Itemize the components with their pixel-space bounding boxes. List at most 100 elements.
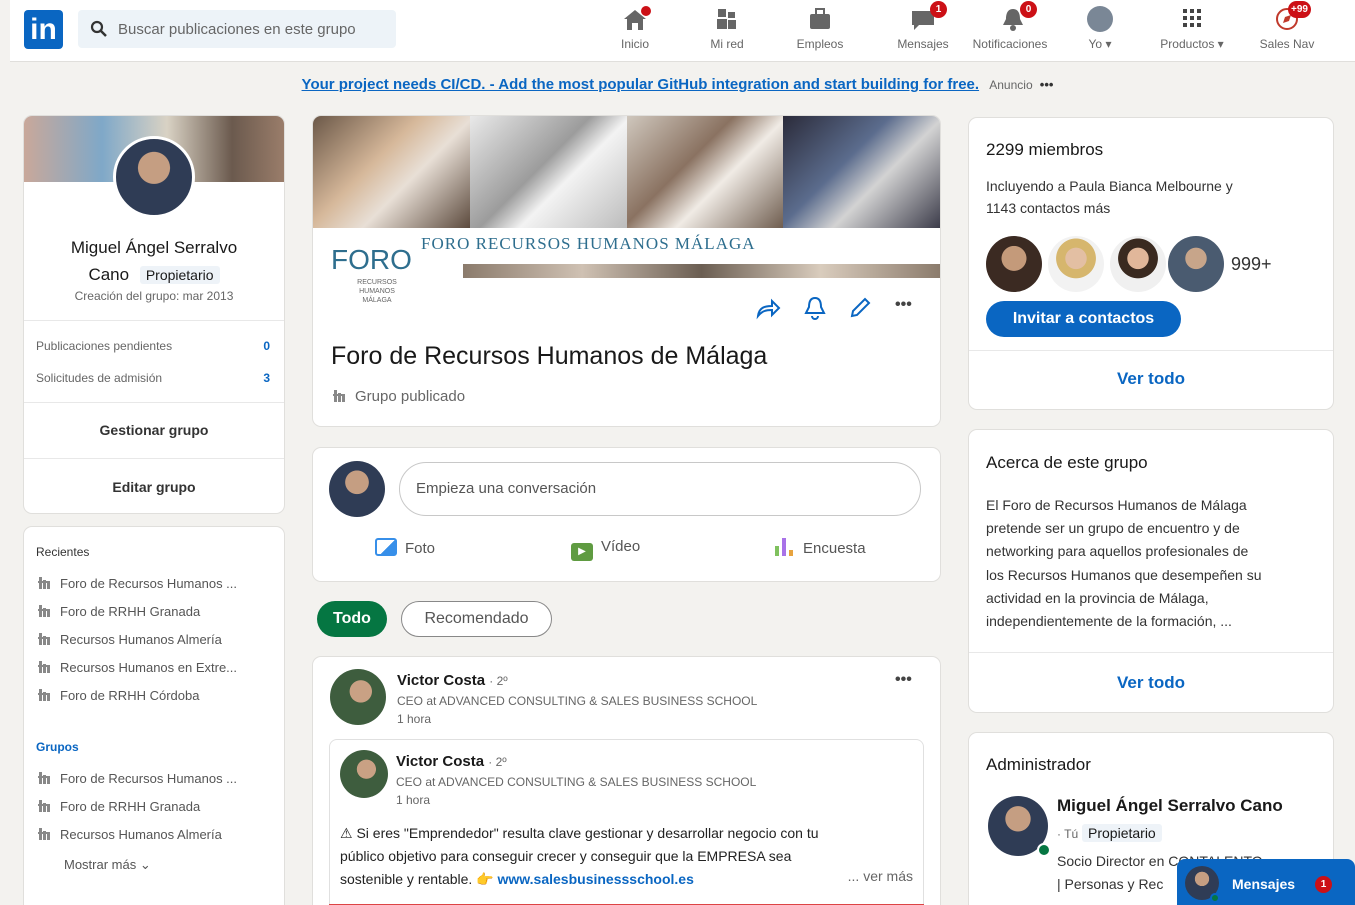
notifications-badge: 0 — [1020, 1, 1037, 18]
member-avatar[interactable] — [986, 236, 1042, 292]
ad-link[interactable]: Your project needs CI/CD. - Add the most… — [302, 76, 980, 93]
invite-contacts-button[interactable]: Invitar a contactos — [986, 301, 1181, 337]
messaging-badge: 1 — [930, 1, 947, 18]
group-icon — [38, 772, 50, 784]
banner-title: FORO RECURSOS HUMANOS MÁLAGA — [421, 234, 756, 253]
pencil-icon[interactable] — [848, 296, 872, 320]
filter-recommended-button[interactable]: Recomendado — [401, 601, 552, 637]
recent-item-label: Foro de Recursos Humanos ... — [60, 576, 238, 591]
shared-post-time: 1 hora — [396, 793, 431, 807]
photo-icon — [375, 538, 397, 556]
start-conversation-input[interactable]: Empieza una conversación — [399, 462, 921, 516]
nav-sales-nav-label: Sales Nav — [1259, 37, 1315, 51]
group-logo-text: FORO — [331, 244, 412, 275]
about-title: Acerca de este grupo — [986, 453, 1148, 472]
shared-author-avatar[interactable] — [340, 750, 388, 798]
nav-sales-nav[interactable]: +99 Sales Nav — [1250, 1, 1324, 60]
group-item[interactable]: Foro de Recursos Humanos ... — [38, 771, 274, 786]
nav-messaging[interactable]: 1 Mensajes — [886, 1, 960, 60]
profile-name-line1: Miguel Ángel Serralvo — [70, 238, 238, 257]
show-more-button[interactable]: Mostrar más ⌄ — [64, 857, 151, 873]
photo-button[interactable]: Foto — [375, 538, 435, 557]
shared-post[interactable]: Victor Costa · 2º CEO at ADVANCED CONSUL… — [329, 739, 924, 905]
post-author-avatar[interactable] — [330, 669, 386, 725]
recent-item[interactable]: Foro de Recursos Humanos ... — [38, 576, 274, 591]
about-see-all-button[interactable]: Ver todo — [969, 673, 1333, 693]
shared-author-name: Victor Costa — [396, 753, 485, 770]
post-link[interactable]: www.salesbusinessschool.es — [498, 871, 694, 887]
see-more-link[interactable]: ... ver más — [848, 868, 913, 884]
linkedin-logo[interactable]: in — [24, 10, 63, 49]
admin-name[interactable]: Miguel Ángel Serralvo Cano — [1057, 796, 1283, 816]
recent-item[interactable]: Recursos Humanos Almería — [38, 632, 274, 647]
groups-title[interactable]: Grupos — [36, 740, 79, 754]
members-see-all-button[interactable]: Ver todo — [969, 369, 1333, 389]
recent-item[interactable]: Recursos Humanos en Extre... — [38, 660, 274, 675]
filter-all-button[interactable]: Todo — [317, 601, 387, 637]
join-requests-label[interactable]: Solicitudes de admisión — [36, 371, 162, 385]
group-item[interactable]: Recursos Humanos Almería — [38, 827, 274, 842]
member-avatar[interactable] — [1168, 236, 1224, 292]
post-author[interactable]: Victor Costa · 2º — [397, 672, 508, 689]
sales-nav-badge: +99 — [1288, 1, 1311, 18]
recent-item[interactable]: Foro de RRHH Granada — [38, 604, 274, 619]
home-dot-badge — [641, 6, 651, 16]
group-icon — [38, 661, 50, 673]
more-options-button[interactable]: ••• — [895, 296, 912, 314]
member-avatar[interactable] — [1110, 236, 1166, 292]
nav-products[interactable]: Productos ▾ — [1155, 4, 1229, 60]
recent-title: Recientes — [36, 545, 90, 559]
group-item-label: Recursos Humanos Almería — [60, 827, 222, 842]
owner-badge: Propietario — [139, 266, 220, 284]
join-requests-count[interactable]: 3 — [263, 371, 270, 385]
nav-notifications[interactable]: 0 Notificaciones — [973, 1, 1050, 60]
group-item-label: Foro de RRHH Granada — [60, 799, 201, 814]
about-line: networking para aquellos profesionales d… — [986, 543, 1249, 560]
briefcase-icon — [810, 8, 830, 29]
pending-posts-label[interactable]: Publicaciones pendientes — [36, 339, 172, 353]
poll-button[interactable]: Encuesta — [773, 538, 866, 557]
recent-item[interactable]: Foro de RRHH Córdoba — [38, 688, 274, 703]
post-text-line: público objetivo para conseguir crecer y… — [340, 848, 792, 864]
online-status-dot — [1037, 843, 1051, 857]
recent-item-label: Recursos Humanos Almería — [60, 632, 222, 647]
about-line: los Recursos Humanos que desempeñen su — [986, 566, 1262, 583]
avatar-icon — [1087, 6, 1113, 32]
ad-more-button[interactable]: ••• — [1040, 77, 1054, 92]
edit-group-button[interactable]: Editar grupo — [24, 479, 284, 495]
group-icon — [38, 689, 50, 701]
pending-posts-count[interactable]: 0 — [263, 339, 270, 353]
bell-icon[interactable] — [802, 295, 828, 321]
nav-network[interactable]: Mi red — [690, 4, 764, 60]
search-input[interactable]: Buscar publicaciones en este grupo — [78, 10, 396, 48]
members-including-line: 1143 contactos más — [986, 200, 1111, 216]
profile-card: Miguel Ángel Serralvo Cano Propietario C… — [24, 116, 284, 513]
members-including: Incluyendo a Paula Bianca Melbourne y 11… — [986, 175, 1233, 219]
nav-notifications-label: Notificaciones — [972, 37, 1048, 51]
post-more-button[interactable]: ••• — [895, 671, 912, 689]
shared-author[interactable]: Victor Costa · 2º — [396, 753, 507, 770]
group-icon — [38, 577, 50, 589]
profile-name[interactable]: Miguel Ángel Serralvo Cano Propietario — [24, 234, 284, 289]
post-author-degree: · 2º — [489, 674, 508, 688]
share-icon[interactable] — [754, 296, 782, 320]
group-icon — [333, 390, 345, 402]
admin-role: · Tú Propietario — [1057, 824, 1162, 842]
top-nav-bar: in Buscar publicaciones en este grupo In… — [10, 0, 1355, 62]
nav-jobs[interactable]: Empleos — [783, 4, 857, 60]
video-button[interactable]: ▶ Vídeo — [571, 538, 640, 561]
recent-item-label: Foro de RRHH Granada — [60, 604, 201, 619]
messaging-dock[interactable]: Mensajes 1 — [1177, 859, 1355, 905]
profile-name-line2: Cano — [88, 265, 130, 284]
nav-home[interactable]: Inicio — [598, 4, 672, 60]
members-including-line: Incluyendo a Paula Bianca Melbourne y — [986, 178, 1233, 194]
group-icon — [38, 828, 50, 840]
composer-placeholder: Empieza una conversación — [416, 480, 597, 497]
manage-group-button[interactable]: Gestionar grupo — [24, 422, 284, 438]
nav-me[interactable]: Yo ▾ — [1063, 4, 1137, 60]
group-item[interactable]: Foro de RRHH Granada — [38, 799, 274, 814]
member-avatar[interactable] — [1048, 236, 1104, 292]
video-label: Vídeo — [601, 538, 641, 555]
nav-products-label: Productos ▾ — [1160, 37, 1224, 51]
profile-avatar[interactable] — [113, 136, 195, 218]
